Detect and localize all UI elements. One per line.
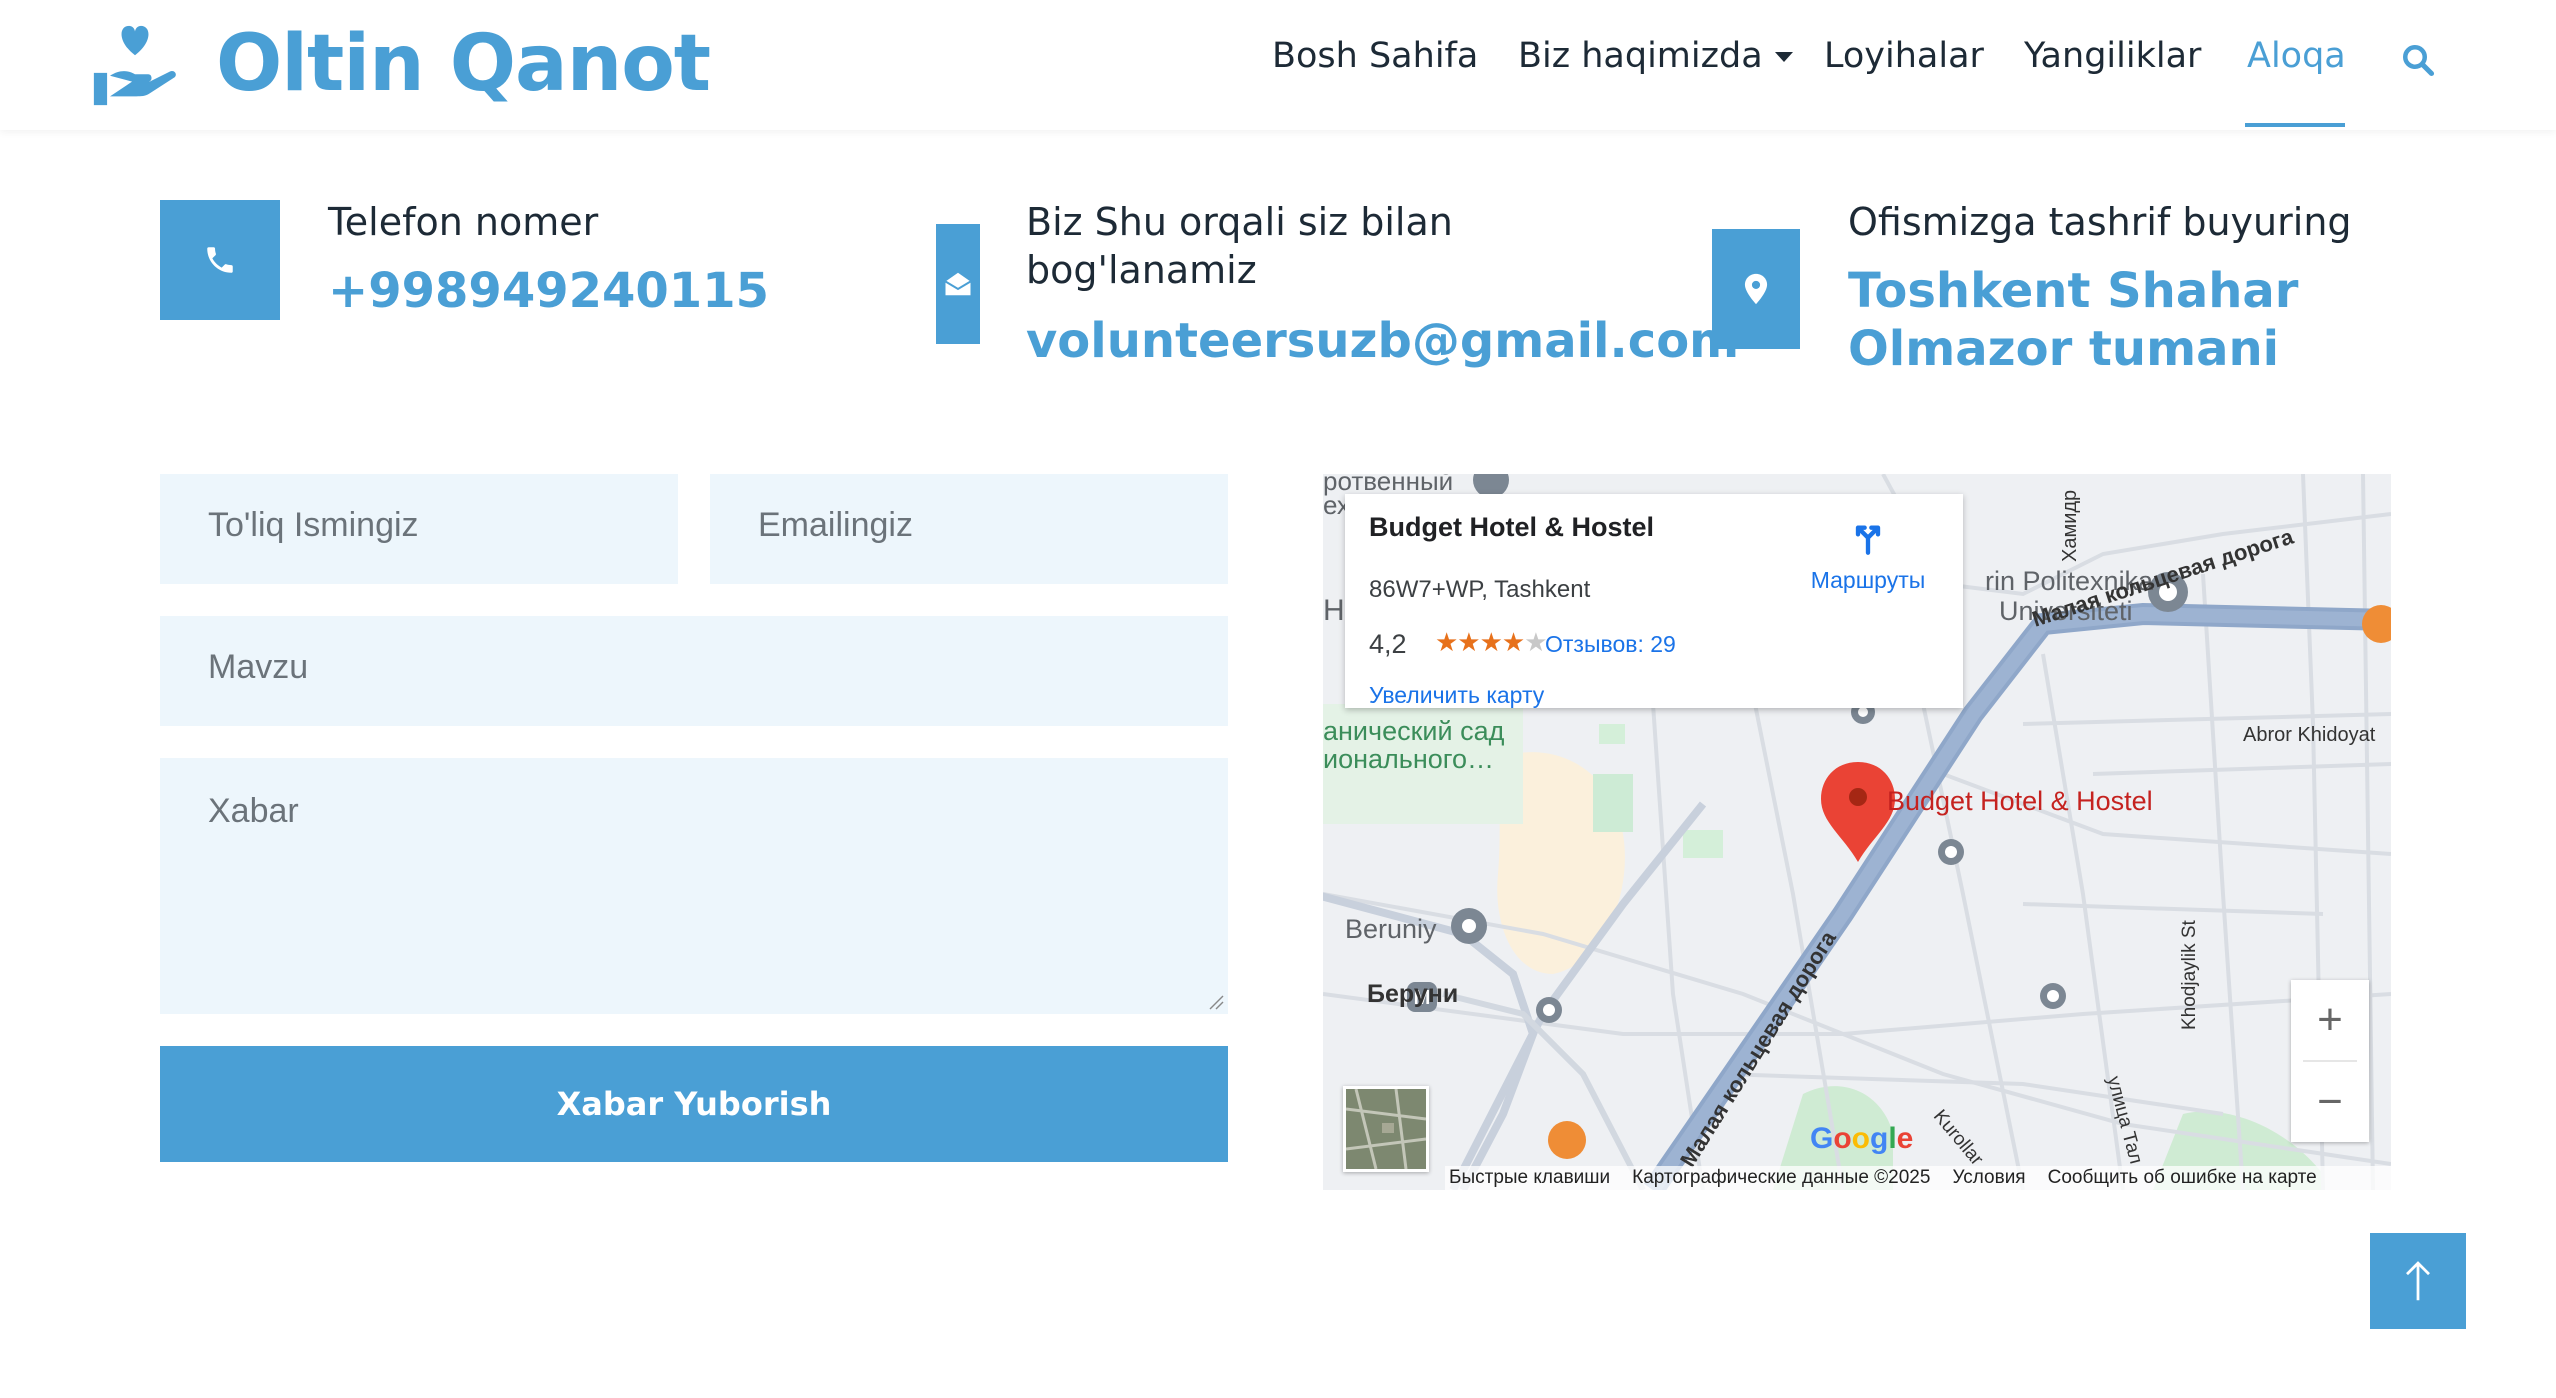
email-placeholder: Emailingiz xyxy=(758,506,913,544)
phone-number-link[interactable]: +998949240115 xyxy=(328,262,769,320)
map-pin-icon xyxy=(1744,273,1768,305)
terms-link[interactable]: Условия xyxy=(1952,1167,2025,1189)
zoom-out-icon: − xyxy=(2317,1077,2343,1126)
directions-icon xyxy=(1855,525,1881,555)
email-title-line2: bog'lanamiz xyxy=(1026,248,1257,292)
email-title-line1: Biz Shu orqali siz bilan xyxy=(1026,200,1453,244)
satellite-thumbnail-image xyxy=(1346,1089,1426,1169)
message-placeholder: Xabar xyxy=(208,792,299,830)
directions-label: Маршруты xyxy=(1810,567,1926,593)
nav-item-projects[interactable]: Loyihalar xyxy=(1824,32,1984,80)
search-icon[interactable] xyxy=(2400,42,2436,78)
map-label-h: H xyxy=(1323,594,1345,627)
place-rating: 4,2 xyxy=(1369,629,1407,659)
nav-item-home[interactable]: Bosh Sahifa xyxy=(1272,32,1478,80)
resize-grip-icon[interactable] xyxy=(1208,994,1224,1010)
map-label-garden-line2: ионального… xyxy=(1323,744,1495,774)
arrow-up-icon xyxy=(2406,1261,2430,1301)
address-title: Ofismizga tashrif buyuring xyxy=(1848,200,2352,244)
envelope-open-icon xyxy=(944,272,972,296)
brand-name: Oltin Qanot xyxy=(216,19,711,109)
submit-button[interactable]: Xabar Yuborish xyxy=(160,1046,1228,1162)
message-textarea[interactable]: Xabar xyxy=(160,758,1228,1014)
keyboard-shortcuts-link[interactable]: Быстрые клавиши xyxy=(1449,1167,1610,1189)
nav-item-news[interactable]: Yangiliklar xyxy=(2024,32,2201,80)
map-label-hamid: Хамидр xyxy=(2059,489,2081,562)
map-label-beruniy-latin: Beruniy xyxy=(1345,914,1437,944)
zoom-in-icon: + xyxy=(2317,995,2343,1044)
site-header: Oltin Qanot Bosh Sahifa Biz haqimizda Lo… xyxy=(0,0,2556,130)
nav-item-about-dropdown[interactable]: Biz haqimizda xyxy=(1518,32,1793,80)
location-icon-box xyxy=(1712,229,1800,349)
reviews-link[interactable]: Отзывов: 29 xyxy=(1545,631,1676,658)
place-address: 86W7+WP, Tashkent xyxy=(1369,576,1591,603)
rating-stars-filled: ★★★★ xyxy=(1435,627,1525,657)
map-zoom-control: + − xyxy=(2291,980,2369,1142)
hand-heart-icon xyxy=(93,25,176,106)
report-error-link[interactable]: Сообщить об ошибке на карте xyxy=(2048,1167,2317,1189)
chevron-down-icon xyxy=(1774,52,1793,62)
map-marker-label[interactable]: Budget Hotel & Hostel xyxy=(1887,786,2153,817)
google-logo: Google xyxy=(1810,1122,1914,1155)
rating-stars: ★★★★★ xyxy=(1435,627,1548,658)
embedded-google-map[interactable]: M ротвенный ехнический H rin Politexnika… xyxy=(1323,474,2391,1190)
address-line2: Olmazor tumani xyxy=(1848,321,2280,377)
satellite-view-toggle[interactable] xyxy=(1343,1086,1429,1172)
directions-button[interactable]: Маршруты xyxy=(1803,516,1933,594)
active-nav-indicator xyxy=(2245,123,2345,127)
full-name-input[interactable]: To'liq Ismingiz xyxy=(160,474,678,584)
map-label-abror: Abror Khidoyat xyxy=(2243,724,2376,746)
phone-icon-box xyxy=(160,200,280,320)
full-name-placeholder: To'liq Ismingiz xyxy=(208,506,419,544)
email-input[interactable]: Emailingiz xyxy=(710,474,1228,584)
subject-input[interactable]: Mavzu xyxy=(160,616,1228,726)
back-to-top-button[interactable] xyxy=(2370,1233,2466,1329)
place-title: Budget Hotel & Hostel xyxy=(1369,512,1655,542)
nav-item-contact[interactable]: Aloqa xyxy=(2247,32,2346,80)
rating-stars-empty: ★ xyxy=(1524,627,1547,657)
address-line1: Toshkent Shahar xyxy=(1848,263,2299,319)
zoom-out-button[interactable]: − xyxy=(2291,1062,2369,1142)
zoom-in-button[interactable]: + xyxy=(2291,980,2369,1060)
place-info-window: Budget Hotel & Hostel 86W7+WP, Tashkent … xyxy=(1345,494,1963,708)
phone-title: Telefon nomer xyxy=(328,200,599,244)
email-link[interactable]: volunteersuzb@gmail.com xyxy=(1026,312,1739,370)
phone-icon xyxy=(207,247,233,273)
email-icon-box xyxy=(936,224,980,344)
map-label-garden-line1: анический сад xyxy=(1323,716,1505,746)
enlarge-map-link[interactable]: Увеличить карту xyxy=(1369,682,1544,709)
map-label-beruniy-cyrillic: Беруни xyxy=(1367,980,1459,1008)
map-data-credit: Картографические данные ©2025 xyxy=(1632,1167,1931,1188)
subject-placeholder: Mavzu xyxy=(208,648,309,686)
nav-item-about-label: Biz haqimizda xyxy=(1518,36,1763,76)
brand-logo-link[interactable]: Oltin Qanot xyxy=(88,14,711,114)
map-attribution-bar: Быстрые клавиши Картографические данные … xyxy=(1445,1166,2391,1190)
map-label-khodjaylik: Khodjaylik St xyxy=(2179,920,2200,1030)
